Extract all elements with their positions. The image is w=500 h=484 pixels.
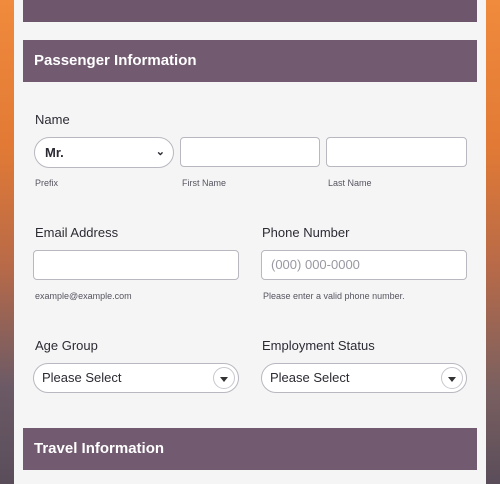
employment-status-value: Please Select (270, 370, 350, 385)
first-name-sublabel: First Name (182, 178, 227, 188)
email-label: Email Address (35, 225, 119, 240)
caret-down-icon (213, 367, 235, 389)
phone-placeholder: (000) 000-0000 (271, 257, 360, 272)
background-right (486, 0, 500, 484)
prefix-sublabel: Prefix (35, 178, 59, 188)
top-header-strip (23, 0, 477, 22)
email-sublabel: example@example.com (35, 291, 132, 301)
last-name-sublabel: Last Name (328, 178, 372, 188)
background-left (0, 0, 14, 484)
age-group-select[interactable]: Please Select (33, 363, 239, 393)
phone-label: Phone Number (262, 225, 350, 240)
travel-section-header: Travel Information (23, 428, 477, 470)
age-group-label: Age Group (35, 338, 98, 353)
last-name-input[interactable] (326, 137, 467, 167)
caret-down-icon (441, 367, 463, 389)
name-label: Name (35, 112, 70, 127)
phone-sublabel: Please enter a valid phone number. (263, 291, 405, 301)
passenger-section-header: Passenger Information (23, 40, 477, 82)
first-name-input[interactable] (180, 137, 320, 167)
form-card: Passenger Information Name Mr. ⌄ Prefix … (14, 0, 486, 484)
email-input[interactable] (33, 250, 239, 280)
employment-status-label: Employment Status (262, 338, 375, 353)
employment-status-select[interactable]: Please Select (261, 363, 467, 393)
prefix-select[interactable]: Mr. ⌄ (34, 137, 174, 168)
chevron-down-icon: ⌄ (155, 146, 165, 158)
age-group-value: Please Select (42, 370, 122, 385)
phone-input[interactable]: (000) 000-0000 (261, 250, 467, 280)
prefix-value: Mr. (45, 145, 64, 160)
